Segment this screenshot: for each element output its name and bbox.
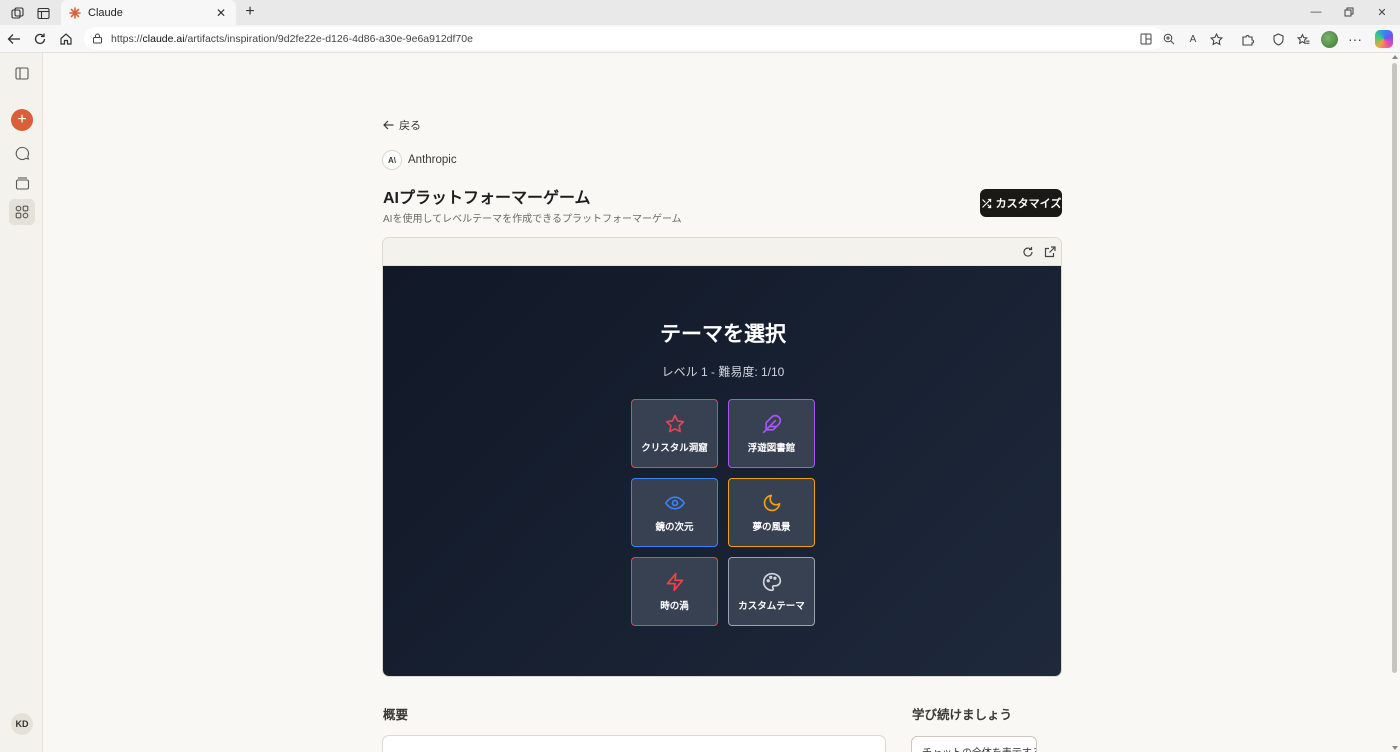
copilot-icon[interactable] [1375,30,1393,48]
scroll-up-icon[interactable] [1392,55,1398,59]
url-host: claude.ai [142,32,185,45]
address-bar[interactable]: https://claude.ai/artifacts/inspiration/… [84,27,1164,50]
level-info: レベル 1 - 難易度: 1/10 [661,365,785,379]
minimize-icon[interactable]: — [1305,3,1327,21]
browser-tab[interactable]: Claude ✕ [61,0,236,25]
browser-tab-bar: Claude ✕ + — ✕ [0,0,1400,25]
theme-label: クリスタル洞窟 [641,442,708,454]
theme-card-time-vortex[interactable]: 時の渦 [631,557,718,626]
theme-grid: クリスタル洞窟 浮遊図書館 鏡の次元 夢の風景 時の渦 カスタムテーマ [631,399,815,626]
anthropic-logo: A\ [382,150,402,170]
theme-card-floating-library[interactable]: 浮遊図書館 [728,399,815,468]
theme-label: 夢の風景 [752,521,791,533]
artifacts-icon[interactable] [9,199,35,225]
theme-label: カスタムテーマ [738,600,805,612]
palette-icon [762,572,781,591]
tab-actions-icon[interactable] [34,4,52,22]
eye-icon [664,495,685,510]
page-title: AIプラットフォーマーゲーム [383,190,591,207]
theme-card-dreamscape[interactable]: 夢の風景 [728,478,815,547]
back-link[interactable]: 戻る [383,117,421,133]
customize-label: カスタマイズ [995,198,1062,210]
claude-favicon [69,6,81,19]
read-aloud-icon[interactable]: A [1184,30,1202,48]
back-label: 戻る [399,120,421,132]
back-icon[interactable] [5,30,23,48]
browser-nav-bar: https://claude.ai/artifacts/inspiration/… [0,25,1400,53]
reload-icon[interactable] [1020,244,1035,259]
browser-essentials-icon[interactable] [1269,30,1287,48]
artifact-preview: テーマを選択 レベル 1 - 難易度: 1/10 クリスタル洞窟 浮遊図書館 鏡… [382,237,1062,677]
open-external-icon[interactable] [1042,244,1057,259]
theme-label: 浮遊図書館 [747,442,796,454]
overview-box [382,735,886,752]
theme-select-heading: テーマを選択 [660,323,786,346]
url-path: /artifacts/inspiration/9d2fe22e-d126-4d8… [184,32,473,45]
favorites-icon[interactable] [1294,30,1312,48]
theme-card-mirror-dimension[interactable]: 鏡の次元 [631,478,718,547]
zoom-icon[interactable] [1160,30,1178,48]
extensions-icon[interactable] [1238,30,1256,48]
customize-button[interactable]: カスタマイズ [980,189,1062,217]
profile-avatar[interactable] [1321,31,1338,48]
theme-card-crystal-cave[interactable]: クリスタル洞窟 [631,399,718,468]
new-tab-icon[interactable]: + [241,3,259,21]
theme-card-custom[interactable]: カスタムテーマ [728,557,815,626]
chats-icon[interactable] [11,142,33,164]
page-scrollbar[interactable] [1390,53,1400,752]
star-icon [665,414,684,432]
zap-icon [666,572,683,591]
workspaces-icon[interactable] [8,4,26,22]
scroll-down-icon[interactable] [1392,746,1398,750]
feather-icon [762,414,781,433]
game-canvas: テーマを選択 レベル 1 - 難易度: 1/10 クリスタル洞窟 浮遊図書館 鏡… [383,266,1061,676]
split-screen-icon[interactable] [1137,30,1155,48]
sidebar: + KD [0,53,43,752]
tab-title: Claude [88,6,123,19]
page-subtitle: AIを使用してレベルテーマを作成できるプラットフォーマーゲーム [383,214,682,225]
refresh-icon[interactable] [31,30,49,48]
theme-label: 時の渦 [660,600,689,612]
sidebar-toggle-icon[interactable] [11,62,33,84]
favorite-star-icon[interactable] [1207,30,1225,48]
new-chat-icon[interactable]: + [11,109,33,131]
home-icon[interactable] [57,30,75,48]
avatar[interactable]: KD [11,713,33,735]
author-name: Anthropic [408,154,457,166]
site-info-icon[interactable] [92,33,103,44]
close-window-icon[interactable]: ✕ [1371,3,1393,21]
projects-icon[interactable] [11,172,33,194]
close-tab-icon[interactable]: ✕ [214,6,228,20]
arrow-left-icon [383,120,394,130]
theme-label: 鏡の次元 [655,521,694,533]
author-row: A\ Anthropic [382,150,457,170]
keep-learning-heading: 学び続けましょう [912,708,1013,722]
shuffle-icon [981,198,992,209]
overview-heading: 概要 [383,708,409,722]
view-full-chat-button[interactable]: チャットの全体を表示する [911,736,1037,752]
url-prefix: https:// [111,32,143,45]
more-icon[interactable]: ··· [1346,30,1364,48]
artifact-toolbar [383,238,1061,266]
restore-icon[interactable] [1338,3,1360,21]
moon-icon [763,494,780,511]
scroll-thumb[interactable] [1392,63,1397,673]
